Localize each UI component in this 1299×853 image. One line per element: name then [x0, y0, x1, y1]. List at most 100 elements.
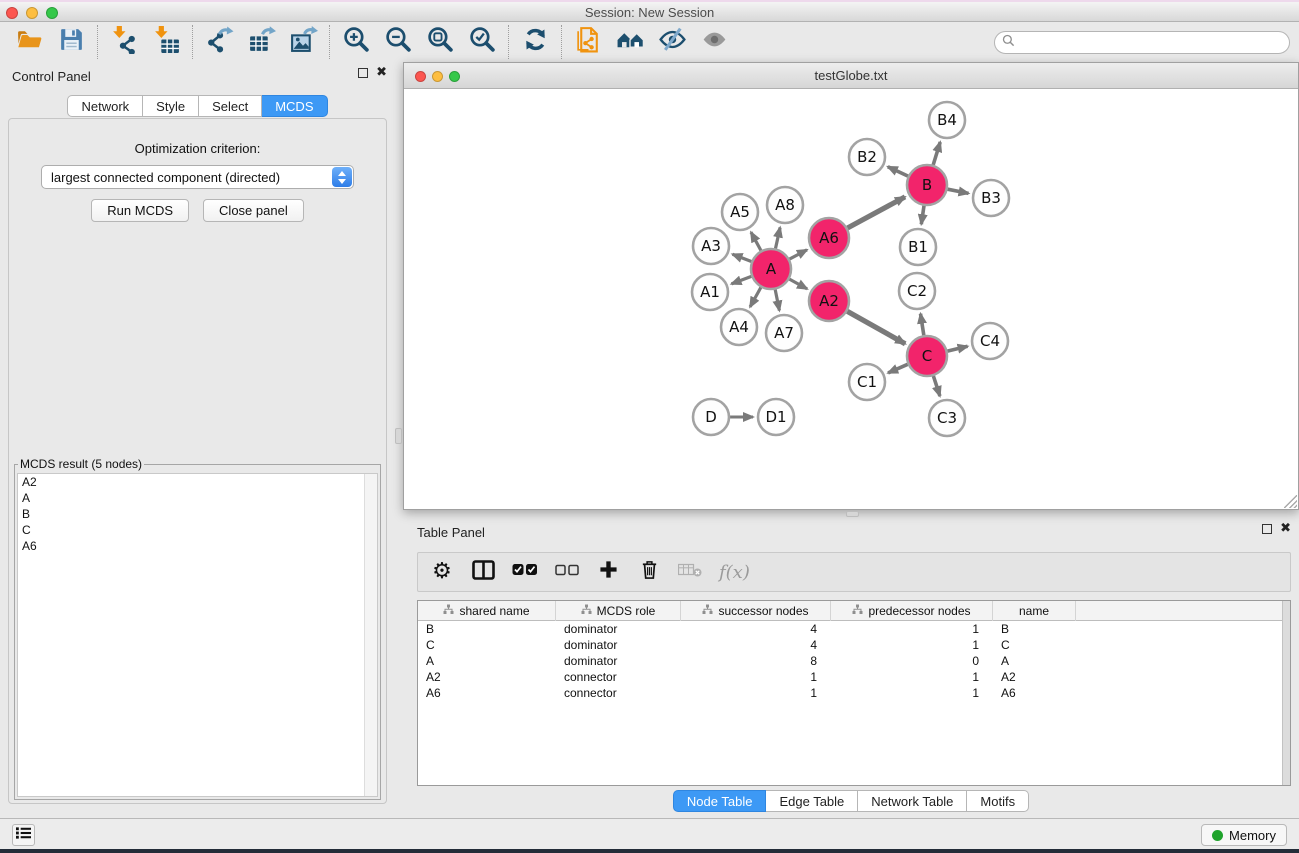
table-cell[interactable]: 1 [681, 685, 831, 701]
column-header-predecessor-nodes[interactable]: predecessor nodes [831, 601, 993, 621]
float-panel-icon[interactable] [358, 68, 368, 78]
delete-table-button[interactable] [678, 562, 702, 582]
graph-node-A[interactable]: A [751, 249, 791, 289]
delete-column-button[interactable] [637, 559, 661, 585]
tab-select[interactable]: Select [199, 95, 262, 117]
criterion-select[interactable]: largest connected component (directed) [41, 165, 354, 189]
column-view-button[interactable] [471, 560, 495, 585]
table-cell[interactable]: C [993, 637, 1076, 653]
network-canvas[interactable]: B4B2BB3A8A5A6A3B1AA1C2A2A4A7C4CC1C3DD1 [404, 89, 1298, 509]
table-cell[interactable]: A [418, 653, 556, 669]
table-cell[interactable]: 1 [831, 621, 993, 637]
table-cell[interactable]: 4 [681, 637, 831, 653]
zoom-in-button[interactable] [335, 24, 377, 60]
graph-edge-A-A5[interactable] [751, 232, 761, 250]
float-table-panel-icon[interactable] [1262, 524, 1272, 534]
table-scrollbar[interactable] [1282, 601, 1290, 785]
tab-style[interactable]: Style [143, 95, 199, 117]
table-cell[interactable]: A2 [993, 669, 1076, 685]
table-cell[interactable]: 1 [681, 669, 831, 685]
graph-edge-A6-B[interactable] [848, 197, 906, 228]
table-cell[interactable]: 8 [681, 653, 831, 669]
table-cell[interactable]: C [418, 637, 556, 653]
run-mcds-button[interactable]: Run MCDS [91, 199, 189, 222]
export-network-button[interactable] [198, 24, 240, 60]
graph-edge-C-C2[interactable] [921, 314, 924, 336]
import-network-button[interactable] [103, 24, 145, 60]
tab-network[interactable]: Network [67, 95, 143, 117]
select-all-button[interactable] [512, 563, 538, 581]
close-panel-button[interactable]: Close panel [203, 199, 304, 222]
graph-edge-A-A2[interactable] [789, 279, 807, 289]
table-cell[interactable]: 1 [831, 637, 993, 653]
search-field[interactable] [994, 31, 1290, 54]
graph-node-D1[interactable]: D1 [758, 399, 794, 435]
graph-edge-C-C3[interactable] [933, 376, 940, 396]
table-cell[interactable]: 1 [831, 685, 993, 701]
export-table-button[interactable] [240, 24, 282, 60]
graph-node-A3[interactable]: A3 [693, 228, 729, 264]
tab-node-table[interactable]: Node Table [673, 790, 767, 812]
graph-node-B4[interactable]: B4 [929, 102, 965, 138]
graph-node-A7[interactable]: A7 [766, 315, 802, 351]
close-panel-icon[interactable]: ✖ [376, 68, 387, 78]
zoom-fit-button[interactable] [419, 24, 461, 60]
graph-edge-A-A4[interactable] [750, 287, 761, 307]
vertical-split-grip[interactable] [395, 428, 402, 444]
tab-mcds[interactable]: MCDS [262, 95, 327, 117]
graph-node-C2[interactable]: C2 [899, 273, 935, 309]
table-cell[interactable]: dominator [556, 653, 681, 669]
column-header-mcds-role[interactable]: MCDS role [556, 601, 681, 621]
result-list-item[interactable]: A2 [18, 474, 377, 490]
graph-node-C3[interactable]: C3 [929, 400, 965, 436]
graph-edge-B-B4[interactable] [933, 142, 940, 165]
graph-node-C4[interactable]: C4 [972, 323, 1008, 359]
table-cell[interactable]: B [993, 621, 1076, 637]
graph-node-A8[interactable]: A8 [767, 187, 803, 223]
table-cell[interactable]: connector [556, 685, 681, 701]
graph-edge-A-A6[interactable] [790, 250, 808, 259]
open-file-button[interactable] [8, 24, 50, 60]
table-cell[interactable]: A [993, 653, 1076, 669]
import-table-button[interactable] [145, 24, 187, 60]
deselect-all-button[interactable] [555, 563, 579, 581]
result-list-item[interactable]: B [18, 506, 377, 522]
table-cell[interactable]: 4 [681, 621, 831, 637]
graph-node-D[interactable]: D [693, 399, 729, 435]
export-image-button[interactable] [282, 24, 324, 60]
show-all-button[interactable] [693, 24, 735, 60]
table-row[interactable]: Bdominator41B [418, 621, 1290, 637]
graph-edge-B-B3[interactable] [948, 189, 969, 193]
zoom-selected-button[interactable] [461, 24, 503, 60]
table-cell[interactable]: A2 [418, 669, 556, 685]
graph-node-C[interactable]: C [907, 336, 947, 376]
graph-edge-C-C4[interactable] [947, 346, 967, 351]
refresh-layout-button[interactable] [514, 24, 556, 60]
graph-edge-A2-C[interactable] [847, 311, 905, 344]
table-cell[interactable]: A6 [993, 685, 1076, 701]
graph-node-B1[interactable]: B1 [900, 229, 936, 265]
result-list-item[interactable]: A6 [18, 538, 377, 554]
table-row[interactable]: Adominator80A [418, 653, 1290, 669]
table-cell[interactable]: 1 [831, 669, 993, 685]
task-history-button[interactable] [12, 824, 35, 846]
window-resize-grip[interactable] [1284, 495, 1297, 508]
column-header-shared-name[interactable]: shared name [418, 601, 556, 621]
close-table-panel-icon[interactable]: ✖ [1280, 524, 1291, 534]
hide-selected-button[interactable] [651, 24, 693, 60]
graph-node-B3[interactable]: B3 [973, 180, 1009, 216]
graph-node-A1[interactable]: A1 [692, 274, 728, 310]
graph-node-A6[interactable]: A6 [809, 218, 849, 258]
table-cell[interactable]: dominator [556, 637, 681, 653]
memory-button[interactable]: Memory [1201, 824, 1287, 846]
add-column-button[interactable] [596, 560, 620, 584]
function-builder-button[interactable]: f(x) [719, 562, 750, 583]
horizontal-split-grip[interactable] [846, 511, 859, 517]
first-neighbors-button[interactable] [609, 24, 651, 60]
table-settings-button[interactable]: ⚙ [430, 561, 454, 583]
table-cell[interactable]: B [418, 621, 556, 637]
save-session-button[interactable] [50, 24, 92, 60]
table-row[interactable]: A6connector11A6 [418, 685, 1290, 701]
graph-node-B[interactable]: B [907, 165, 947, 205]
graph-edge-C-C1[interactable] [888, 364, 908, 373]
